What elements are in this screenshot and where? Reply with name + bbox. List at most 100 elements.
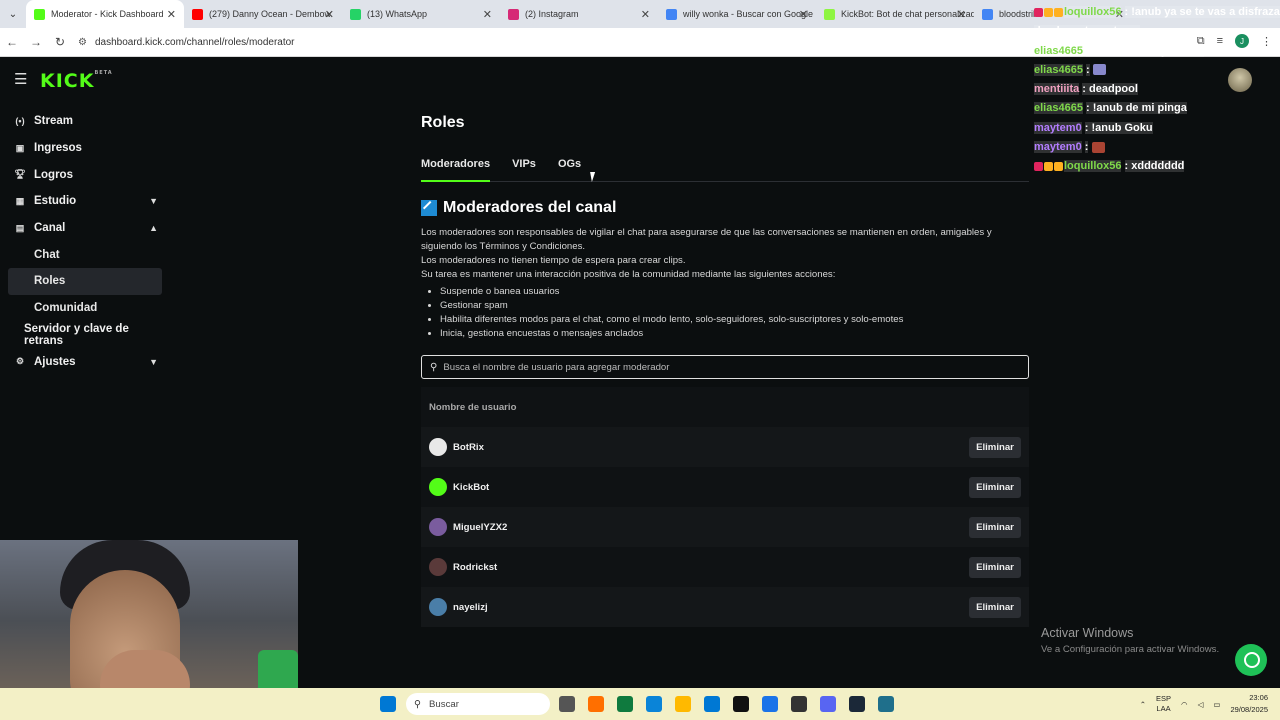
- tab-vips[interactable]: VIPs: [512, 158, 536, 182]
- chat-message: maytem0 :: [1034, 138, 1280, 157]
- tab-ogs[interactable]: OGs: [558, 158, 581, 182]
- sidebar-item-logros[interactable]: 🏆︎ Logros: [0, 161, 170, 188]
- taskbar-app-icon[interactable]: [704, 696, 720, 712]
- taskbar-app-icon[interactable]: [849, 696, 865, 712]
- windows-taskbar: ⚲ Buscar ⌃ ESP LAA ◠ ◁ ▭ 23:06 29/08/2025: [0, 688, 1280, 720]
- chevron-up-icon: ▲: [149, 223, 158, 234]
- stream-icon: (•): [15, 116, 25, 127]
- taskbar-app-icon[interactable]: [733, 696, 749, 712]
- chat-message: loquillox56 : !anub ya se te vas a disfr…: [1034, 3, 1280, 22]
- browser-tab[interactable]: KickBot: Bot de chat personalizado ✕: [816, 0, 974, 28]
- badge-icon: [1034, 7, 1043, 17]
- chevron-down-icon: ▼: [149, 356, 158, 367]
- trophy-icon: 🏆︎: [14, 169, 26, 180]
- language-indicator[interactable]: ESP LAA: [1156, 694, 1171, 714]
- sidebar-item-servidor[interactable]: Servidor y clave de retrans: [0, 322, 170, 349]
- sidebar-item-comunidad[interactable]: Comunidad: [0, 295, 170, 322]
- remove-moderator-button[interactable]: Eliminar: [969, 557, 1021, 578]
- kick-logo[interactable]: KICKBETA: [40, 70, 113, 92]
- sidebar-item-canal[interactable]: ▤ Canal ▲: [0, 215, 170, 242]
- hamburger-menu-icon[interactable]: ☰: [14, 70, 27, 88]
- tab-search-icon[interactable]: ⌄: [0, 9, 26, 20]
- sidebar-item-estudio[interactable]: ▦ Estudio ▼: [0, 188, 170, 215]
- remove-moderator-button[interactable]: Eliminar: [969, 597, 1021, 618]
- chat-text: : !anub Goku: [1084, 121, 1153, 134]
- description-line: Su tarea es mantener una interacción pos…: [421, 269, 836, 280]
- list-item: Gestionar spam: [440, 299, 1029, 313]
- close-icon[interactable]: ✕: [325, 8, 334, 21]
- taskbar-app-icon[interactable]: [675, 696, 691, 712]
- tab-title: (13) WhatsApp: [367, 9, 428, 19]
- remove-moderator-button[interactable]: Eliminar: [969, 477, 1021, 498]
- url-field[interactable]: dashboard.kick.com/channel/roles/moderat…: [95, 37, 295, 48]
- clock[interactable]: 23:06 29/08/2025: [1230, 692, 1268, 716]
- remove-moderator-button[interactable]: Eliminar: [969, 517, 1021, 538]
- tab-moderadores[interactable]: Moderadores: [421, 158, 491, 182]
- emote-icon: [1092, 64, 1106, 76]
- close-icon[interactable]: ✕: [641, 8, 650, 21]
- system-tray: ⌃ ESP LAA ◠ ◁ ▭ 23:06 29/08/2025: [1140, 692, 1268, 716]
- taskbar-app-icon[interactable]: [617, 696, 633, 712]
- badge-icon: [1054, 7, 1063, 17]
- sidebar-item-ajustes[interactable]: ⚙ Ajustes ▼: [0, 348, 170, 375]
- moderator-name[interactable]: KickBot: [453, 482, 489, 493]
- browser-tab[interactable]: Moderator - Kick Dashboard ✕: [26, 0, 184, 28]
- browser-tab[interactable]: (13) WhatsApp ✕: [342, 0, 500, 28]
- taskbar-app-icon[interactable]: [559, 696, 575, 712]
- tab-title: Moderator - Kick Dashboard: [51, 9, 164, 19]
- chevron-up-icon[interactable]: ⌃: [1140, 700, 1146, 709]
- table-row: BotRix Eliminar: [421, 427, 1029, 467]
- sidebar-item-ingresos[interactable]: ▣ Ingresos: [0, 135, 170, 162]
- volume-icon[interactable]: ◁: [1198, 700, 1204, 709]
- chat-text: : xddddddd: [1124, 160, 1185, 173]
- wifi-icon[interactable]: ◠: [1181, 700, 1188, 709]
- moderator-name[interactable]: Rodrickst: [453, 562, 497, 573]
- page-title: Roles: [421, 114, 465, 131]
- sidebar-item-chat[interactable]: Chat: [0, 241, 170, 268]
- favicon-icon: [350, 8, 361, 20]
- sidebar-item-roles[interactable]: Roles: [8, 268, 162, 295]
- remove-moderator-button[interactable]: Eliminar: [969, 437, 1021, 458]
- search-icon: ⚲: [430, 361, 438, 373]
- badge-icon: [1054, 161, 1063, 171]
- close-icon[interactable]: ✕: [167, 8, 176, 21]
- browser-tab[interactable]: (279) Danny Ocean - Dembow ✕: [184, 0, 342, 28]
- chat-text: :: [1086, 63, 1090, 76]
- close-icon[interactable]: ✕: [957, 8, 966, 21]
- back-icon[interactable]: ←: [0, 35, 24, 49]
- moderator-name[interactable]: MiguelYZX2: [453, 522, 507, 533]
- battery-icon[interactable]: ▭: [1213, 700, 1220, 709]
- start-icon[interactable]: [380, 696, 396, 712]
- list-item: Habilita diferentes modos para el chat, …: [440, 313, 1029, 327]
- support-button[interactable]: [1235, 644, 1267, 676]
- chat-message: de placenta materna: [1034, 22, 1280, 41]
- taskbar-app-icon[interactable]: [646, 696, 662, 712]
- sidebar-item-stream[interactable]: (•) Stream: [0, 108, 170, 135]
- browser-tab[interactable]: (2) Instagram ✕: [500, 0, 658, 28]
- taskbar-app-icon[interactable]: [878, 696, 894, 712]
- taskbar-app-icon[interactable]: [762, 696, 778, 712]
- browser-tab[interactable]: willy wonka - Buscar con Google ✕: [658, 0, 816, 28]
- taskbar-app-icon[interactable]: [588, 696, 604, 712]
- chat-message: elias4665 : !anub de Willy wonka: [1034, 42, 1280, 61]
- site-info-icon[interactable]: ⚙: [78, 37, 87, 48]
- search-input[interactable]: [443, 361, 1004, 373]
- description-line: Los moderadores no tienen tiempo de espe…: [421, 255, 686, 266]
- chat-message: elias4665 : !anub de mi pinga: [1034, 99, 1280, 118]
- tab-title: willy wonka - Buscar con Google: [683, 9, 814, 19]
- moderator-name[interactable]: nayelizj: [453, 602, 488, 613]
- favicon-icon: [824, 8, 835, 20]
- taskbar-app-icon[interactable]: [820, 696, 836, 712]
- roles-tabs: Moderadores VIPs OGs: [421, 158, 1029, 182]
- taskbar-app-icon[interactable]: [791, 696, 807, 712]
- chat-text: de placenta materna: [1034, 25, 1141, 38]
- moderators-table: Nombre de usuario BotRix Eliminar KickBot E…: [421, 387, 1029, 627]
- forward-icon[interactable]: →: [24, 35, 48, 49]
- moderator-name[interactable]: BotRix: [453, 442, 484, 453]
- close-icon[interactable]: ✕: [483, 8, 492, 21]
- studio-icon: ▦: [15, 195, 25, 206]
- favicon-icon: [666, 8, 677, 20]
- reload-icon[interactable]: ↻: [48, 35, 72, 49]
- close-icon[interactable]: ✕: [799, 8, 808, 21]
- moderator-search[interactable]: ⚲: [421, 355, 1029, 379]
